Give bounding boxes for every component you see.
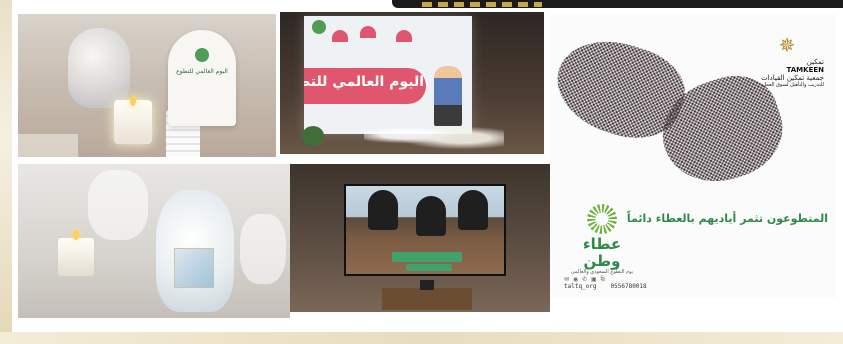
brand-ar: تمكين bbox=[806, 58, 824, 66]
brand-en: TAMKEEN bbox=[786, 66, 824, 74]
candle-holder bbox=[58, 238, 94, 276]
tamkeen-logo: ✵ تمكين TAMKEEN جمعية تمكين القيادات للت… bbox=[714, 34, 824, 88]
social-icons: ✉ ◉ ✆ ▣ ⊙ bbox=[564, 276, 607, 283]
photo-screen-volunteer-day: اليوم العالمي للتطوع bbox=[280, 12, 544, 154]
blurred-object bbox=[88, 170, 148, 240]
candle-holder bbox=[114, 100, 152, 144]
speaker-device bbox=[420, 280, 434, 290]
potted-plant bbox=[302, 126, 324, 146]
social-handle: taltq_org bbox=[564, 283, 597, 290]
tamkeen-star-icon: ✵ bbox=[778, 33, 796, 57]
photo-table-candle: اليوم العالمي للتطوع bbox=[18, 14, 276, 157]
campaign-title: عطاء وطن bbox=[582, 235, 622, 270]
television bbox=[344, 184, 506, 276]
photo-gift-wrap bbox=[18, 164, 290, 318]
frame-border-bottom bbox=[0, 332, 843, 344]
screen-logo-icon bbox=[312, 20, 326, 34]
org-sub: للتدريب والتأهيل لسوق العمل bbox=[762, 82, 824, 88]
org-name: جمعية تمكين القيادات bbox=[761, 74, 824, 82]
person-figure bbox=[368, 190, 398, 230]
candle-flame bbox=[130, 96, 136, 106]
volunteer-figure bbox=[434, 66, 462, 126]
sunburst-icon bbox=[587, 204, 617, 234]
tissue-box bbox=[18, 134, 78, 157]
candle-flame bbox=[73, 230, 79, 240]
gift-tag bbox=[174, 248, 214, 288]
sign-logo-icon bbox=[195, 48, 209, 62]
parachute-icon bbox=[360, 26, 376, 38]
tv-caption-bar bbox=[406, 264, 452, 271]
parachute-icon bbox=[332, 30, 348, 42]
frame-border-left bbox=[0, 0, 12, 344]
photo-tv-farming bbox=[290, 164, 550, 312]
poster-tagline: المتطوعون تثمر أياديهم بالعطاء دائماً bbox=[626, 212, 828, 225]
person-figure bbox=[416, 196, 446, 236]
tv-stand bbox=[382, 288, 472, 310]
top-banner bbox=[392, 0, 843, 8]
person-figure bbox=[458, 190, 488, 230]
sign-text: اليوم العالمي للتطوع bbox=[176, 68, 228, 75]
screen-title: اليوم العالمي للتطوع bbox=[304, 74, 424, 90]
projection-screen: اليوم العالمي للتطوع bbox=[304, 16, 472, 134]
blurred-object bbox=[240, 214, 286, 284]
social-info: ✉ ◉ ✆ ▣ ⊙ taltq_org 0556780018 bbox=[564, 276, 647, 290]
phone-number: 0556780018 bbox=[610, 283, 647, 290]
tv-image bbox=[346, 186, 504, 274]
volunteer-poster: ✵ تمكين TAMKEEN جمعية تمكين القيادات للت… bbox=[550, 14, 836, 298]
parachute-icon bbox=[396, 30, 412, 42]
white-flowers bbox=[364, 120, 504, 150]
tv-caption-bar bbox=[392, 252, 462, 262]
table-sign: اليوم العالمي للتطوع bbox=[168, 30, 236, 126]
glass-vase bbox=[68, 28, 130, 108]
